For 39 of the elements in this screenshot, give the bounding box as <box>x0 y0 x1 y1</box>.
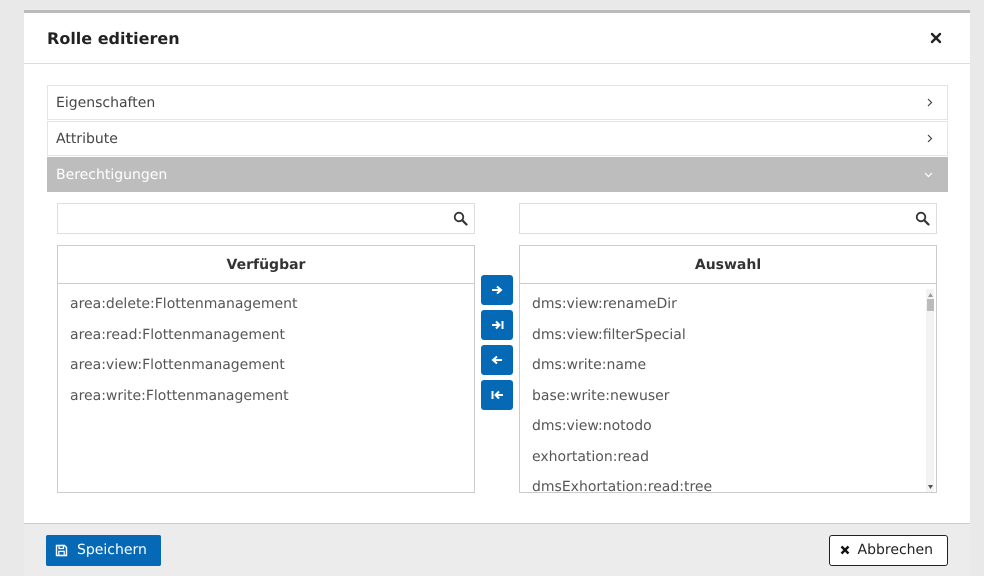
chevron-right-icon <box>927 134 933 143</box>
list-header: Auswahl <box>520 246 936 284</box>
arrow-left-icon <box>491 355 503 365</box>
move-all-right-button[interactable] <box>481 310 513 340</box>
scroll-up-icon[interactable] <box>928 293 932 297</box>
list-item[interactable]: area:read:Flottenmanagement <box>70 320 474 350</box>
list-item[interactable]: dms:write:name <box>532 350 926 380</box>
chevron-right-icon <box>927 98 933 107</box>
search-field[interactable] <box>519 203 937 234</box>
move-right-button[interactable] <box>481 275 513 305</box>
list-item[interactable]: exhortation:read <box>532 442 926 472</box>
search-icon <box>915 211 930 226</box>
list-item[interactable]: dms:view:renameDir <box>532 289 926 320</box>
accordion-header[interactable]: Attribute <box>47 121 948 156</box>
arrow-to-bar-right-icon <box>490 320 504 330</box>
list-item[interactable]: dms:view:filterSpecial <box>532 320 926 350</box>
arrow-right-icon <box>491 285 503 295</box>
search-icon <box>453 211 468 226</box>
move-all-left-button[interactable] <box>481 380 513 410</box>
scroll-down-icon[interactable] <box>928 485 932 489</box>
list-item[interactable]: dms:view:notodo <box>532 411 926 442</box>
list-item[interactable]: area:delete:Flottenmanagement <box>70 289 474 320</box>
list-item[interactable]: base:write:newuser <box>532 380 926 411</box>
move-left-button[interactable] <box>481 345 513 375</box>
dialog-title: Rolle editieren <box>47 28 180 48</box>
close-icon <box>840 545 850 555</box>
scrollbar-thumb[interactable] <box>926 299 934 311</box>
accordion-header[interactable]: Eigenschaften <box>47 85 948 120</box>
search-field[interactable] <box>57 203 475 234</box>
list-item[interactable]: area:write:Flottenmanagement <box>70 380 474 411</box>
chevron-down-icon <box>924 172 933 178</box>
scrollbar[interactable] <box>926 289 934 492</box>
save-button[interactable]: Speichern <box>46 534 161 566</box>
list-item[interactable]: area:view:Flottenmanagement <box>70 350 474 380</box>
cancel-button[interactable]: Abbrechen <box>828 534 948 566</box>
list-item[interactable]: dmsExhortation:read:tree <box>532 472 926 492</box>
list-header: Verfügbar <box>58 246 474 284</box>
arrow-to-bar-left-icon <box>490 390 504 400</box>
close-icon[interactable] <box>930 32 942 44</box>
